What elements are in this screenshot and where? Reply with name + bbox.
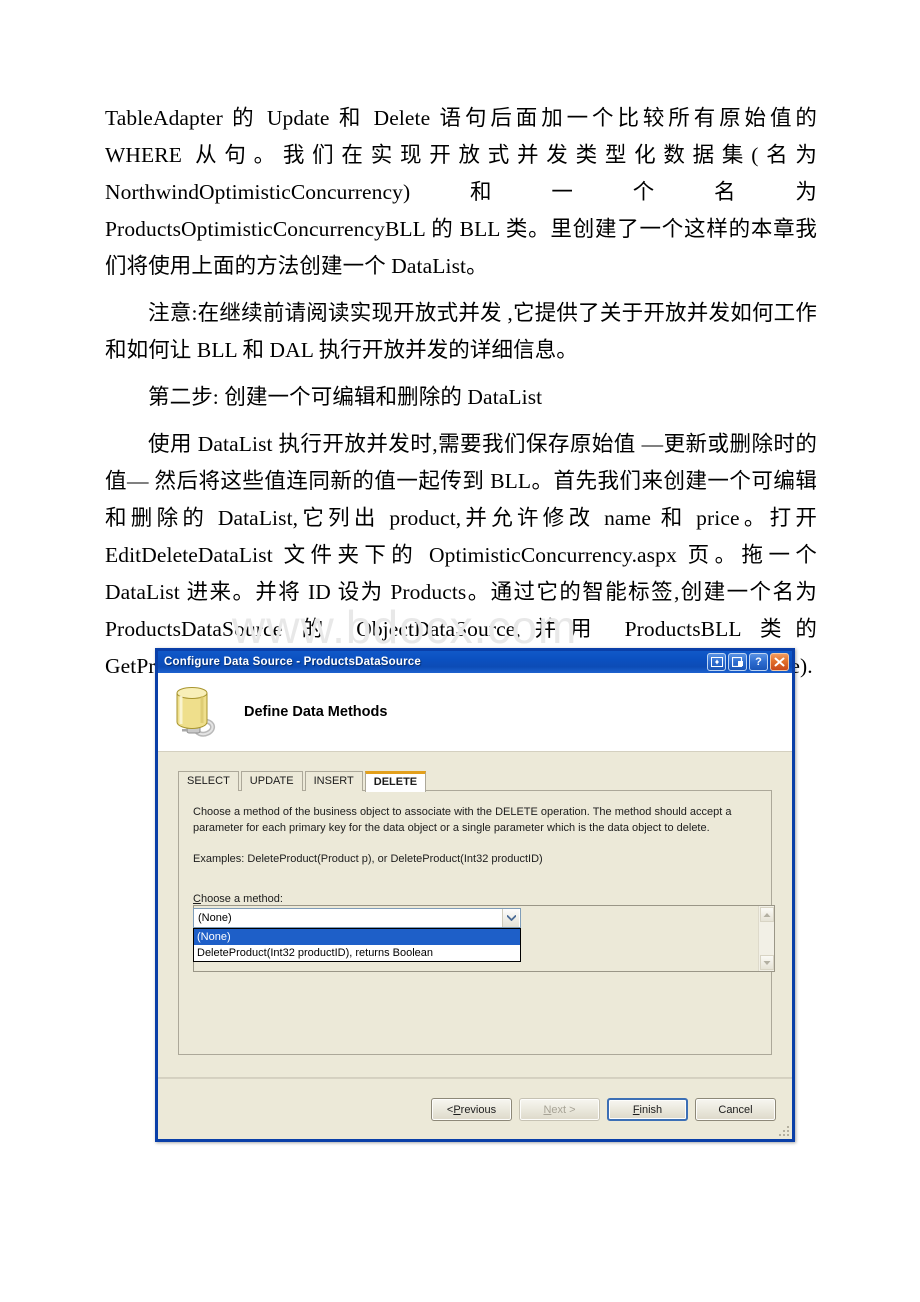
paragraph-note: 注意:在继续前请阅读实现开放式并发 ,它提供了关于开放并发如何工作和如何让 BL… — [105, 301, 817, 362]
choose-method-dropdown-list[interactable]: (None) DeleteProduct(Int32 productID), r… — [193, 927, 521, 962]
dialog-title: Configure Data Source - ProductsDataSour… — [164, 656, 421, 668]
dialog-titlebar[interactable]: Configure Data Source - ProductsDataSour… — [158, 648, 792, 673]
delete-tab-panel: Choose a method of the business object t… — [178, 790, 775, 1055]
combo-selected-value: (None) — [198, 911, 232, 924]
cancel-button[interactable]: Cancel — [695, 1098, 776, 1121]
paragraph-tableadapter: TableAdapter 的 Update 和 Delete 语句后面加一个比较… — [105, 106, 817, 278]
choose-method-combo[interactable]: (None) — [193, 907, 521, 928]
panel-examples: Examples: DeleteProduct(Product p), or D… — [193, 853, 543, 865]
scroll-down-icon[interactable] — [759, 955, 774, 970]
footer-divider — [158, 1077, 792, 1078]
wizard-button-row: < Previous Next > Finish Cancel — [431, 1098, 776, 1121]
dropdown-option-none[interactable]: (None) — [194, 928, 520, 945]
finish-button[interactable]: Finish — [607, 1098, 688, 1121]
maximize-button[interactable] — [728, 653, 747, 671]
scroll-up-icon[interactable] — [759, 907, 774, 922]
titlebar-button-group: ? — [707, 653, 789, 671]
tab-insert[interactable]: INSERT — [304, 771, 363, 791]
dialog-header-title: Define Data Methods — [244, 704, 388, 720]
paragraph-datalist-instructions: 使用 DataList 执行开放并发时,需要我们保存原始值 —更新或删除时的值—… — [105, 432, 817, 678]
choose-method-label-accel: C — [193, 892, 201, 905]
listbox-scrollbar[interactable] — [758, 906, 774, 971]
help-button[interactable]: ? — [749, 653, 768, 671]
chevron-down-icon[interactable] — [502, 908, 519, 927]
next-button-accel: N — [543, 1103, 552, 1116]
previous-button-post: revious — [460, 1103, 497, 1116]
tab-select[interactable]: SELECT — [178, 771, 239, 791]
dialog-body: SELECT UPDATE INSERT DELETE Choose a met… — [158, 752, 792, 1077]
next-button[interactable]: Next > — [519, 1098, 600, 1121]
next-button-post: ext > — [551, 1103, 576, 1116]
cancel-button-post: Cancel — [718, 1103, 753, 1116]
dialog-header: Define Data Methods — [158, 673, 792, 752]
previous-button[interactable]: < Previous — [431, 1098, 512, 1121]
previous-button-accel: P — [453, 1103, 461, 1116]
dialog-footer: < Previous Next > Finish Cancel — [158, 1077, 792, 1139]
paragraph-step-heading: 第二步: 创建一个可编辑和删除的 DataList — [148, 385, 543, 409]
resize-grip-icon[interactable] — [778, 1125, 789, 1136]
close-button[interactable] — [770, 653, 789, 671]
finish-button-post: inish — [639, 1103, 663, 1116]
restore-split-button[interactable] — [707, 653, 726, 671]
choose-method-combo-wrap: (None) (None) DeleteProduct(Int32 produc… — [193, 907, 521, 962]
database-plug-icon — [168, 681, 230, 743]
dropdown-option-deleteproduct[interactable]: DeleteProduct(Int32 productID), returns … — [194, 945, 520, 961]
choose-method-label-rest: hoose a method: — [200, 892, 283, 905]
configure-data-source-dialog: Configure Data Source - ProductsDataSour… — [155, 648, 795, 1142]
panel-description: Choose a method of the business object t… — [193, 806, 732, 834]
document-body: TableAdapter 的 Update 和 Delete 语句后面加一个比较… — [105, 100, 817, 685]
choose-method-label: Choose a method: — [193, 893, 757, 905]
tab-delete[interactable]: DELETE — [364, 771, 427, 792]
tab-update[interactable]: UPDATE — [240, 771, 303, 791]
finish-button-accel: F — [632, 1103, 640, 1116]
method-tabs: SELECT UPDATE INSERT DELETE — [178, 770, 772, 792]
